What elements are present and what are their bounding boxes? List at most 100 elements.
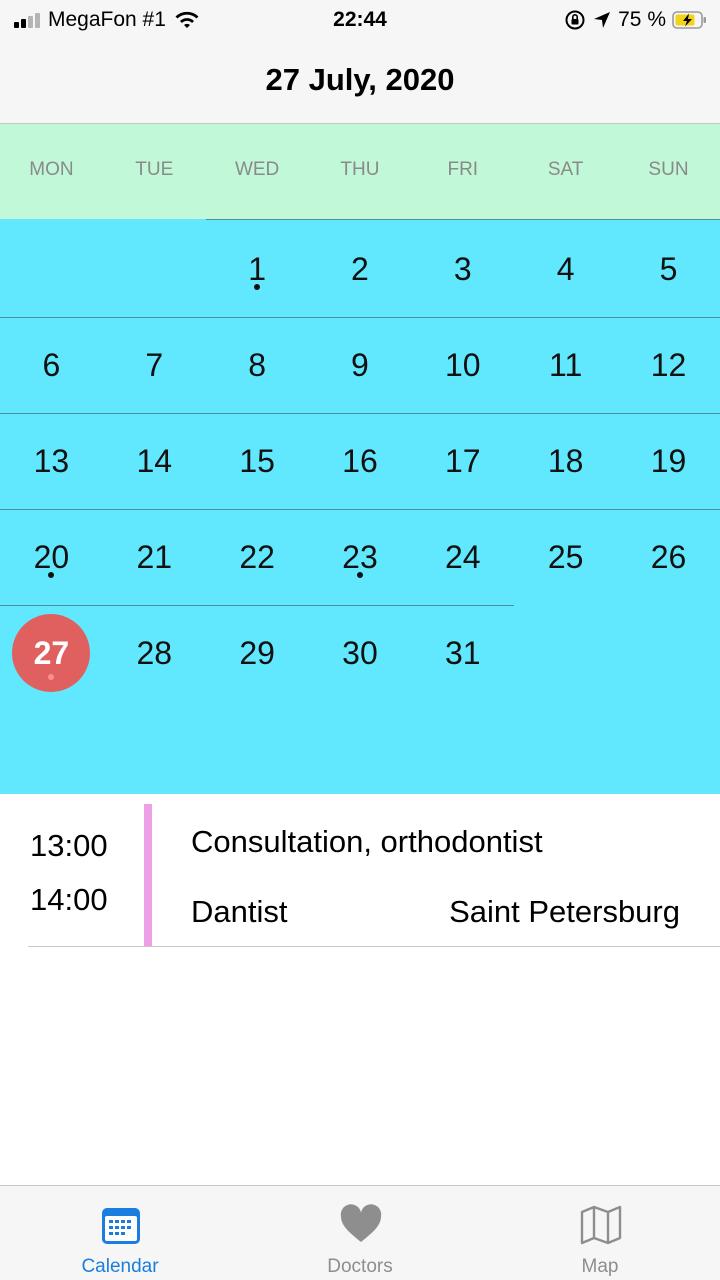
day-number: 17 — [445, 442, 481, 479]
day-cell[interactable]: 31 — [411, 605, 514, 701]
day-number: 31 — [445, 634, 481, 671]
day-cell[interactable]: 19 — [617, 413, 720, 509]
day-number: 16 — [342, 442, 378, 479]
event-separator — [28, 946, 720, 947]
weekday-label: SUN — [648, 159, 689, 180]
day-number: 6 — [42, 346, 61, 383]
weekday-label: SAT — [547, 159, 584, 180]
rotation-lock-icon — [565, 10, 585, 30]
day-cell[interactable]: 29 — [206, 605, 309, 701]
day-cell[interactable]: 13 — [0, 413, 103, 509]
day-number: 20 — [33, 538, 70, 575]
day-cell[interactable]: 23 — [309, 509, 412, 605]
day-number: 2 — [351, 250, 369, 287]
day-cell[interactable]: 14 — [103, 413, 206, 509]
weekday-label: MON — [29, 159, 74, 180]
day-cell[interactable]: 28 — [103, 605, 206, 701]
day-cell[interactable]: 1 — [206, 221, 309, 317]
event-start-time: 13:00 — [30, 828, 108, 863]
event-dot — [356, 572, 363, 578]
status-bar: MegaFon #1 22:44 75 % — [0, 0, 720, 44]
day-number: 9 — [351, 346, 369, 383]
day-number: 27 — [33, 634, 70, 671]
weekday-header: MON TUE WED THU FRI SAT SUN — [0, 124, 720, 219]
day-cell[interactable]: 26 — [617, 509, 720, 605]
day-cell[interactable]: 11 — [514, 317, 617, 413]
day-number: 22 — [239, 538, 275, 575]
day-number: 12 — [650, 346, 687, 383]
calendar-icon — [102, 1208, 140, 1244]
day-number: 24 — [445, 538, 481, 575]
week-row: 13 14 15 16 17 18 19 — [0, 413, 720, 509]
day-number: 13 — [33, 442, 70, 479]
day-cell[interactable]: 25 — [514, 509, 617, 605]
week-row: 27 28 29 30 31 — [0, 605, 720, 701]
day-number: 11 — [549, 346, 583, 383]
day-number: 7 — [145, 346, 164, 383]
day-cell[interactable]: 12 — [617, 317, 720, 413]
event-doctor: Dantist — [191, 894, 288, 929]
day-cell[interactable]: 18 — [514, 413, 617, 509]
weekday-label: TUE — [135, 159, 174, 180]
tab-bar: Calendar Doctors Map — [0, 1185, 720, 1280]
day-cell[interactable]: 27 — [0, 605, 103, 701]
tab-calendar[interactable]: Calendar — [0, 1186, 240, 1280]
day-number: 14 — [136, 442, 173, 479]
event-title: Consultation, orthodontist — [191, 824, 543, 859]
day-cell[interactable]: 2 — [309, 221, 412, 317]
day-number: 15 — [239, 442, 275, 479]
day-cell[interactable]: 8 — [206, 317, 309, 413]
week-row: 20 21 22 23 24 25 26 — [0, 509, 720, 605]
tab-label: Calendar — [81, 1256, 159, 1277]
navigation-header: 27 July, 2020 — [0, 44, 720, 124]
day-cell[interactable]: 15 — [206, 413, 309, 509]
day-number: 28 — [136, 634, 173, 671]
day-cell[interactable]: 24 — [411, 509, 514, 605]
day-cell[interactable]: 21 — [103, 509, 206, 605]
day-number: 5 — [659, 250, 678, 287]
map-icon — [580, 1205, 622, 1245]
day-cell[interactable]: 4 — [514, 221, 617, 317]
day-cell[interactable]: 16 — [309, 413, 412, 509]
event-location: Saint Petersburg — [449, 894, 680, 929]
weekday-label: FRI — [447, 159, 479, 180]
day-number: 21 — [136, 538, 173, 575]
week-row: 1 2 3 4 5 — [0, 221, 720, 317]
day-number: 30 — [342, 634, 378, 671]
day-cell[interactable]: 3 — [411, 221, 514, 317]
day-cell[interactable]: 5 — [617, 221, 720, 317]
tab-doctors[interactable]: Doctors — [240, 1186, 480, 1280]
day-number: 4 — [556, 250, 575, 287]
day-cell[interactable]: 20 — [0, 509, 103, 605]
event-end-time: 14:00 — [30, 882, 108, 917]
day-cell[interactable]: 30 — [309, 605, 412, 701]
day-number: 29 — [239, 634, 275, 671]
event-dot — [254, 284, 261, 290]
event-row[interactable]: 13:00 14:00 Consultation, orthodontist D… — [0, 794, 720, 947]
day-number: 3 — [453, 250, 472, 287]
week-divider — [206, 219, 720, 220]
month-grid: 1 2 3 4 5 6 7 8 9 10 11 12 13 14 15 16 17 18 19 20 21 22 23 24 2… — [0, 219, 720, 794]
day-cell[interactable]: 10 — [411, 317, 514, 413]
day-cell[interactable]: 17 — [411, 413, 514, 509]
page-title: 27 July, 2020 — [265, 62, 455, 97]
weekday-label: WED — [234, 159, 280, 180]
weekday-label: THU — [340, 159, 380, 180]
day-number: 26 — [650, 538, 687, 575]
day-number: 8 — [248, 346, 266, 383]
day-number: 23 — [342, 538, 378, 575]
day-cell[interactable]: 6 — [0, 317, 103, 413]
day-number: 25 — [547, 538, 584, 575]
day-cell[interactable]: 22 — [206, 509, 309, 605]
event-color-bar — [144, 804, 152, 946]
tab-label: Map — [581, 1256, 619, 1277]
tab-map[interactable]: Map — [480, 1186, 720, 1280]
day-cell[interactable]: 7 — [103, 317, 206, 413]
tab-label: Doctors — [327, 1256, 393, 1277]
battery-percent: 75 % — [618, 8, 666, 31]
day-number: 19 — [650, 442, 687, 479]
day-cell[interactable]: 9 — [309, 317, 412, 413]
day-number: 18 — [547, 442, 584, 479]
location-arrow-icon — [594, 12, 611, 28]
heart-icon — [340, 1204, 382, 1242]
